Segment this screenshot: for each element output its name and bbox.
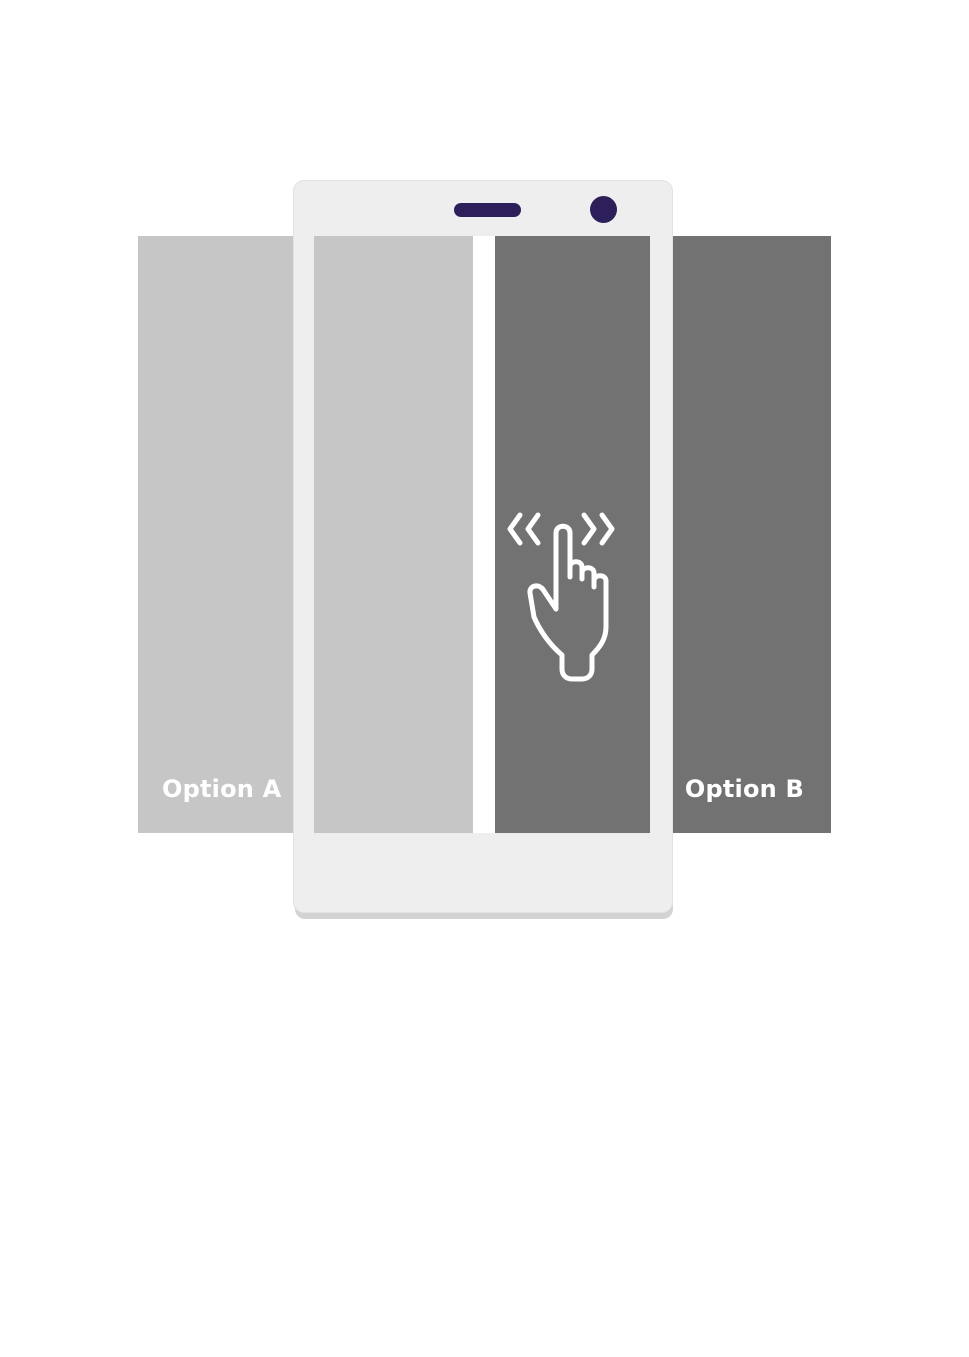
phone-speaker <box>454 203 521 217</box>
chevron-right-icon <box>599 512 615 546</box>
screen-option-a <box>314 236 473 833</box>
swipe-hand-icon <box>507 512 615 682</box>
option-b-label: Option B <box>684 775 804 803</box>
chevron-left-icon <box>525 512 541 546</box>
chevron-left-icon <box>507 512 523 546</box>
phone-camera <box>590 196 617 223</box>
comparison-slider-divider[interactable] <box>473 236 495 833</box>
chevron-right-icon <box>581 512 597 546</box>
hand-icon <box>527 523 609 682</box>
option-a-label: Option A <box>162 775 282 803</box>
